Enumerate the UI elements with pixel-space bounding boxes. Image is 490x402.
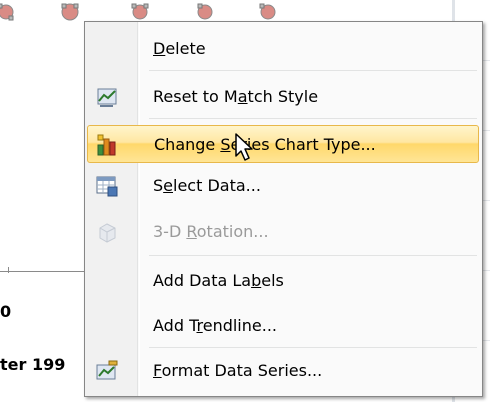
context-menu: Delete Reset to Match Style Change Serie…	[84, 21, 483, 397]
menu-item-label: Add Data Labels	[153, 271, 284, 290]
menu-item-change-series-chart-type[interactable]: Change Series Chart Type...	[87, 125, 479, 163]
menu-item-format-data-series[interactable]: Format Data Series...	[87, 352, 479, 390]
axis-label-category: ter 199	[0, 355, 66, 374]
selection-handle[interactable]	[61, 3, 67, 9]
selection-handle[interactable]	[0, 3, 3, 9]
menu-item-select-data[interactable]: Select Data...	[87, 167, 479, 205]
menu-item-label: Add Trendline...	[153, 316, 277, 335]
mouse-cursor-icon	[235, 133, 253, 161]
menu-item-reset-to-match-style[interactable]: Reset to Match Style	[87, 78, 479, 116]
menu-item-label: 3-D Rotation...	[153, 222, 269, 241]
menu-item-label: Select Data...	[153, 176, 261, 195]
menu-item-label: Format Data Series...	[153, 361, 323, 380]
select-data-icon	[96, 176, 118, 197]
axis-label-zero: 0	[0, 302, 12, 321]
selection-handle[interactable]	[8, 15, 14, 21]
reset-style-icon	[97, 88, 117, 107]
selection-handle[interactable]	[143, 3, 149, 9]
menu-item-add-trendline[interactable]: Add Trendline...	[87, 307, 479, 345]
selection-handle[interactable]	[259, 3, 265, 9]
menu-item-delete[interactable]: Delete	[87, 30, 479, 68]
menu-separator	[149, 70, 477, 71]
menu-item-3d-rotation[interactable]: 3-D Rotation...	[87, 213, 479, 251]
menu-item-label: Reset to Match Style	[153, 87, 319, 106]
3d-rotation-icon	[99, 223, 116, 243]
menu-item-label: Delete	[153, 39, 206, 58]
selection-handle[interactable]	[197, 3, 203, 9]
format-series-icon	[96, 360, 118, 380]
menu-item-label: Change Series Chart Type...	[154, 135, 376, 154]
menu-item-add-data-labels[interactable]: Add Data Labels	[87, 262, 479, 300]
menu-separator	[149, 255, 477, 256]
axis-line	[0, 271, 88, 272]
bar-chart-icon	[97, 134, 116, 156]
selection-handle[interactable]	[73, 3, 79, 9]
selection-handle[interactable]	[131, 3, 137, 9]
menu-separator	[149, 118, 477, 119]
menu-separator	[149, 347, 477, 348]
axis-tick	[8, 267, 9, 273]
